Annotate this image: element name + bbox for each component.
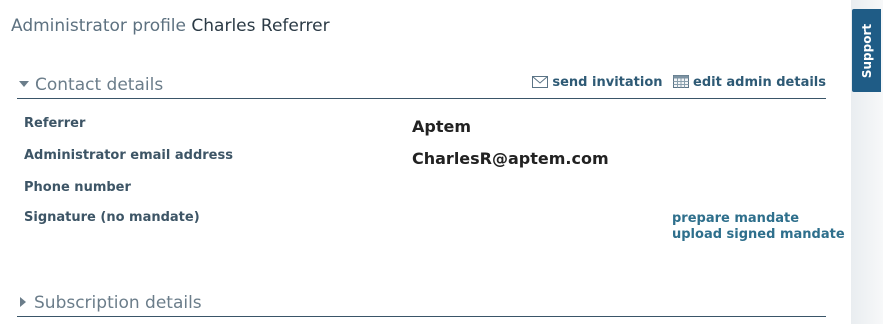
referrer-value: Aptem (412, 117, 472, 136)
upload-signed-mandate-link[interactable]: upload signed mandate (672, 227, 845, 243)
contact-details-header: Contact details send invitation edit adm… (17, 72, 826, 99)
send-invitation-link[interactable]: send invitation (552, 75, 662, 90)
support-tab-label: Support (859, 23, 874, 78)
admin-profile-page: Administrator profile Charles Referrer C… (0, 0, 883, 324)
admin-email-value: CharlesR@aptem.com (412, 149, 609, 168)
phone-number-label: Phone number (24, 180, 131, 195)
contact-actions: send invitation edit admin details (530, 75, 826, 93)
page-title: Administrator profile Charles Referrer (11, 15, 330, 37)
expanded-triangle-icon (19, 81, 29, 87)
support-tab[interactable]: Support (852, 9, 881, 92)
referrer-label: Referrer (24, 116, 86, 131)
calendar-grid-icon[interactable] (673, 75, 690, 93)
admin-email-label: Administrator email address (24, 148, 233, 163)
contact-details-title: Contact details (35, 75, 164, 95)
edit-admin-details-link[interactable]: edit admin details (693, 75, 826, 90)
page-title-prefix: Administrator profile (11, 16, 186, 36)
collapsed-triangle-icon (20, 297, 26, 307)
envelope-icon[interactable] (532, 76, 549, 93)
subscription-details-header: Subscription details (17, 290, 826, 317)
signature-label: Signature (no mandate) (24, 210, 200, 225)
contact-details-toggle[interactable]: Contact details (17, 74, 163, 96)
prepare-mandate-link[interactable]: prepare mandate (672, 211, 845, 227)
administrator-name: Charles Referrer (191, 16, 330, 36)
subscription-details-title: Subscription details (34, 293, 202, 313)
mandate-links: prepare mandate upload signed mandate (672, 211, 845, 243)
subscription-details-toggle[interactable]: Subscription details (17, 292, 202, 314)
